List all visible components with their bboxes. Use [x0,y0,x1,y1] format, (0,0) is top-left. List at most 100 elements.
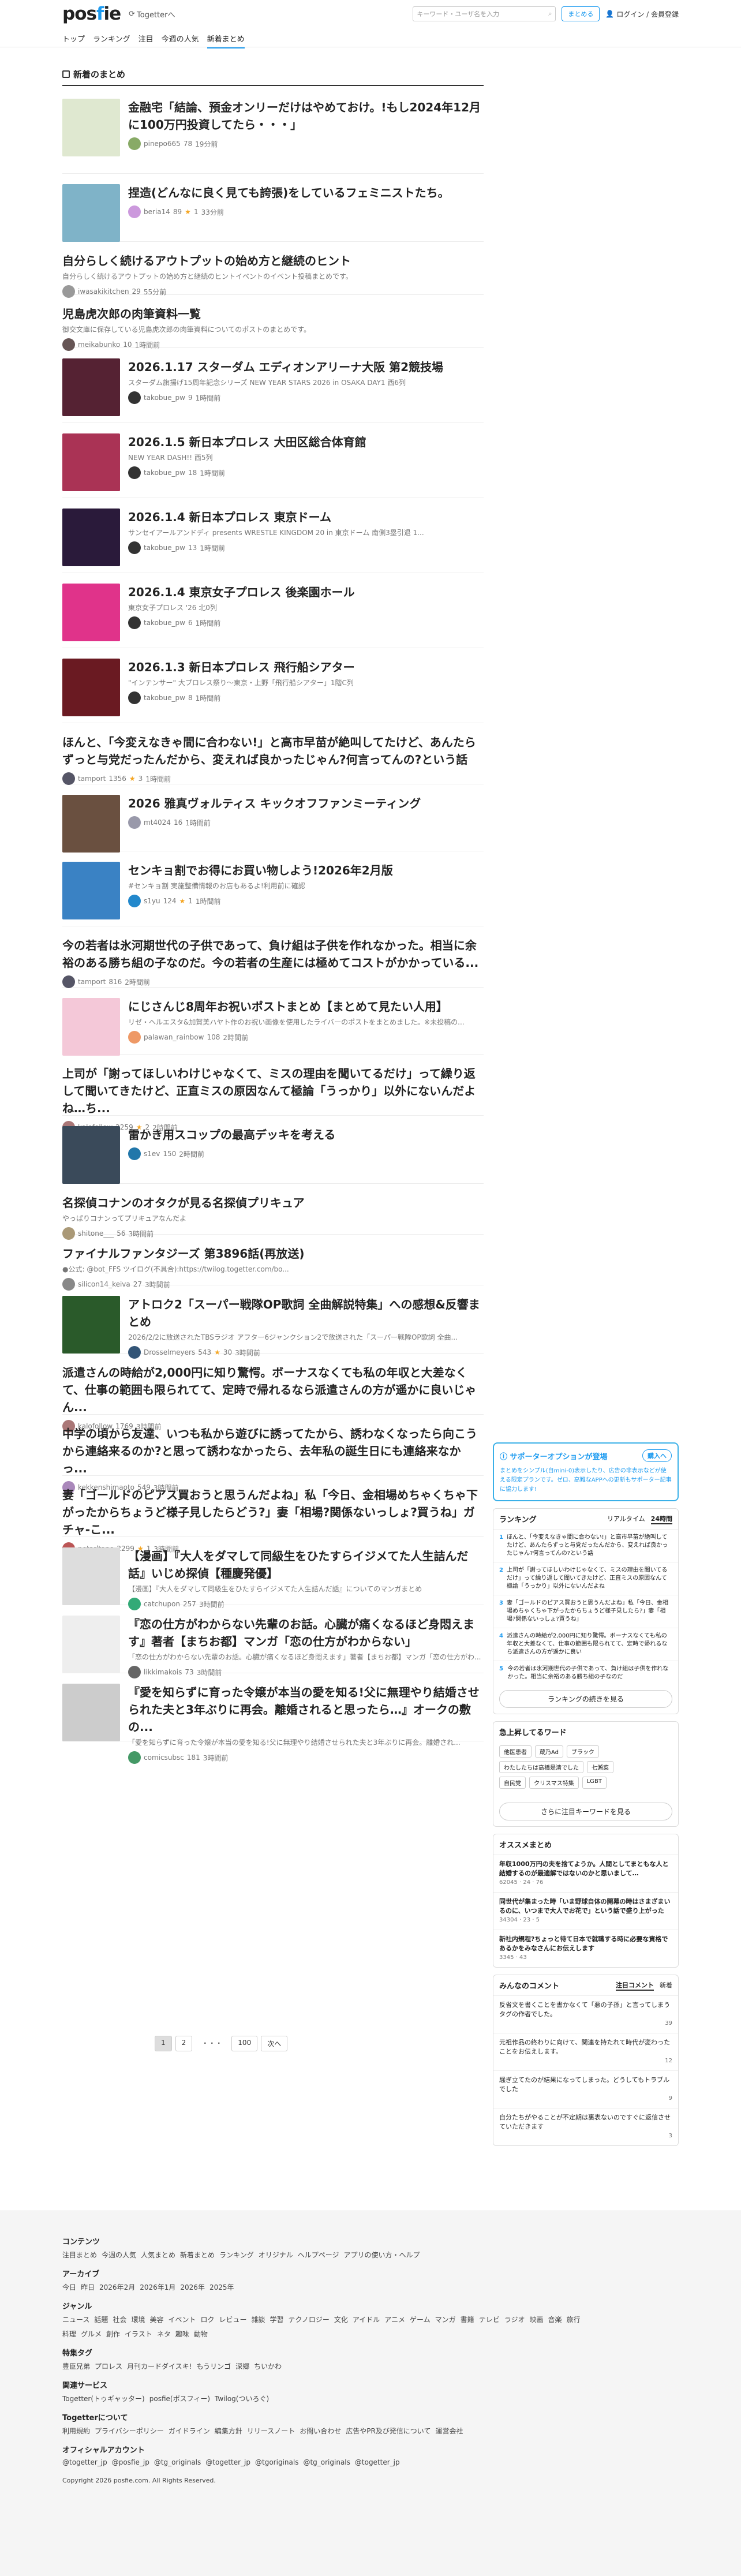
list-item[interactable]: センキョ割でお得にお買い物しよう!2026年2月版 #センキョ割 実施整備情報のお… [62,862,484,926]
avatar[interactable] [62,285,75,298]
site-logo[interactable]: posfie [62,3,121,24]
rank-title[interactable]: ほんと、「今変えなきゃ間に合わない!」と高市早苗が絶叫してたけど、あんたらずっと… [507,1534,672,1558]
keyword-tag[interactable]: 七瀬菜 [587,1761,613,1773]
list-item[interactable]: 【漫画】『大人をダマして同級生をひたすらイジメてた人生詰んだ話』いじめ探偵【種慶… [62,1547,484,1610]
osusume-item[interactable]: 新社内規程?ちょっと待て日本で就職する時に必要な資格であるかをみなさんにお伝えし… [493,1930,678,1967]
item-title[interactable]: 雷かき用スコップの最高デッキを考える [128,1126,484,1143]
footer-link[interactable]: 新着まとめ [180,2250,215,2260]
ranking-item[interactable]: 5 今の若者は氷河期世代の子供であって、負け組は子供を作れなかった。相当に余裕のあ… [493,1661,678,1685]
list-item[interactable]: アトロク2「スーパー戦隊OP歌詞 全曲解説特集」への感想&反響まとめ 2026/2… [62,1296,484,1359]
footer-link[interactable]: マンガ [435,2315,456,2324]
footer-link[interactable]: オリジナル [259,2250,293,2260]
footer-link[interactable]: イベント [168,2315,196,2324]
buy-button[interactable]: 購入へ [642,1449,672,1462]
osusume-title[interactable]: 同世代が集まった時「いま野球自体の開幕の時はさまざまいるのに、いつまで大人でお花… [499,1897,672,1916]
footer-link[interactable]: イラスト [125,2329,152,2339]
list-item[interactable]: 自分らしく続けるアウトプットの始め方と継続のヒント 自分らしく続けるアウトプットの… [62,252,484,298]
avatar[interactable] [128,205,141,218]
keyword-tag[interactable]: 自民党 [499,1777,526,1789]
footer-link[interactable]: 創作 [106,2329,120,2339]
thumbnail-image[interactable] [62,795,120,853]
list-item[interactable]: 2026.1.4 新日本プロレス 東京ドーム サンセイアールアンドディ prese… [62,509,484,573]
avatar[interactable] [128,895,141,907]
footer-link[interactable]: ちいかわ [254,2361,282,2371]
ranking-item[interactable]: 3 妻「ゴールドのピアス買おうと思うんだよね」私「今日、金相場めちゃくちゃ下がった… [493,1595,678,1628]
author-name[interactable]: takobue_pw [144,544,185,552]
rank-title[interactable]: 上司が「謝ってほしいわけじゃなくて、ミスの理由を聞いてるだけ」って繰り返して聞い… [507,1566,672,1591]
keyword-tag[interactable]: ブラック [567,1745,600,1758]
thumbnail-image[interactable] [62,1126,120,1184]
footer-link[interactable]: 今日 [62,2282,76,2292]
author-name[interactable]: meikabunko [78,341,120,349]
footer-link[interactable]: ランキング [219,2250,254,2260]
footer-link[interactable]: posfie(ポスフィー) [149,2394,210,2403]
list-item[interactable]: 金融宅「結論、預金オンリーだけはやめておけ。!もし2024年12月に100万円投… [62,99,484,174]
footer-link[interactable]: 2026年2月 [99,2282,135,2292]
avatar[interactable] [128,1147,141,1160]
footer-link[interactable]: Twilog(ついろぐ) [215,2394,269,2403]
ranking-item[interactable]: 2 上司が「謝ってほしいわけじゃなくて、ミスの理由を聞いてるだけ」って繰り返して聞… [493,1562,678,1595]
keyword-tag[interactable]: わたしたちは高橋是清でした [499,1761,583,1773]
footer-link[interactable]: 広告やPR及び発信について [346,2426,431,2436]
item-title[interactable]: 2026.1.17 スターダム エディオンアリーナ大阪 第2競技場 [128,358,484,376]
list-item[interactable]: ファイナルファンタジーズ 第3896話(再放送) ●公式: @bot_FFS ツイ… [62,1245,484,1291]
footer-link[interactable]: リリースノート [247,2426,295,2436]
nav-ranking[interactable]: ランキング [93,33,130,44]
comment-item[interactable]: 反省文を書くことを書かなくて「悪の子孫」と言ってしまうタグの作者でした。 39 [493,1995,678,2033]
ranking-more-button[interactable]: ランキングの続きを見る [499,1690,672,1708]
tab-chumoku-comment[interactable]: 注目コメント [616,1980,654,1991]
thumbnail-image[interactable] [62,998,120,1056]
author-name[interactable]: likkimakois [144,1668,182,1676]
footer-link[interactable]: プライバシーポリシー [95,2426,164,2436]
togetter-link[interactable]: ⟳ Togetterへ [129,9,175,20]
avatar[interactable] [62,975,75,988]
list-item[interactable]: 2026.1.3 新日本プロレス 飛行船シアター "インテンサー" 大プロレス祭り… [62,659,484,723]
author-name[interactable]: shitone___ [78,1229,114,1237]
item-title[interactable]: 金融宅「結論、預金オンリーだけはやめておけ。!もし2024年12月に100万円投… [128,99,484,133]
list-item[interactable]: 2026.1.5 新日本プロレス 大田区総合体育館 NEW YEAR DASH!!… [62,433,484,498]
keyword-tag[interactable]: 他医患者 [499,1745,532,1758]
footer-link[interactable]: ロク [200,2315,214,2324]
item-title[interactable]: 自分らしく続けるアウトプットの始め方と継続のヒント [62,252,484,270]
thumbnail-image[interactable] [62,1684,120,1741]
login-link[interactable]: 👤 ログイン / 会員登録 [605,9,679,19]
item-title[interactable]: 2026.1.4 新日本プロレス 東京ドーム [128,509,484,526]
nav-top[interactable]: トップ [62,33,85,44]
avatar[interactable] [128,1751,141,1764]
footer-link[interactable]: 編集方針 [215,2426,242,2436]
item-title[interactable]: ほんと、「今変えなきゃ間に合わない!」と高市早苗が絶叫してたけど、あんたらずっと… [62,734,484,768]
list-item[interactable]: 『恋の仕方がわからない先輩のお話。心臓が痛くなるほど身悶えます』著者【まちお都】… [62,1616,484,1678]
author-name[interactable]: beria14 [144,208,170,216]
list-item[interactable]: 児島虎次郎の肉筆資料一覧 御交文庫に保存している児島虎次郎の肉筆資料についてのポス… [62,305,484,351]
comment-item[interactable]: 元祖作品の終わりに向けて、関連を持たれて時代が変わったことをお伝えします。 12 [493,2033,678,2070]
footer-link[interactable]: 運営会社 [435,2426,463,2436]
author-name[interactable]: pinepo665 [144,140,181,148]
author-name[interactable]: takobue_pw [144,469,185,477]
footer-link[interactable]: 音楽 [548,2315,562,2324]
thumbnail-image[interactable] [62,358,120,416]
footer-link[interactable]: テレビ [479,2315,500,2324]
avatar[interactable] [62,1278,75,1291]
ranking-item[interactable]: 4 派遣さんの時給が2,000円に知り驚愕。ボーナスなくても私の年収と大差なくて、… [493,1628,678,1661]
list-item[interactable]: 『愛を知らずに育った令嬢が本当の愛を知る!父に無理やり結婚させられた夫と3年ぶり… [62,1684,484,1764]
footer-link[interactable]: アニメ [384,2315,405,2324]
footer-link[interactable]: プロレス [95,2361,122,2371]
avatar[interactable] [128,1666,141,1678]
item-title[interactable]: 2026.1.3 新日本プロレス 飛行船シアター [128,659,484,676]
avatar[interactable] [62,772,75,785]
footer-link[interactable]: 深郷 [235,2361,249,2371]
nav-new[interactable]: 新着まとめ [207,33,245,48]
item-title[interactable]: 2026.1.4 東京女子プロレス 後楽園ホール [128,584,484,601]
keyword-tag[interactable]: クリスマス特集 [529,1777,579,1789]
footer-link[interactable]: アイドル [353,2315,380,2324]
item-title[interactable]: 名探偵コナンのオタクが見る名探偵プリキュア [62,1194,484,1212]
author-name[interactable]: takobue_pw [144,694,185,702]
item-title[interactable]: にじさんじ8周年お祝いポストまとめ【まとめて見たい人用】 [128,998,484,1015]
footer-link[interactable]: 2026年1月 [140,2282,175,2292]
footer-link[interactable]: ガイドライン [169,2426,210,2436]
rank-title[interactable]: 今の若者は氷河期世代の子供であって、負け組は子供を作れなかった。相当に余裕のある… [507,1665,672,1681]
footer-link[interactable]: テクノロジー [289,2315,330,2324]
footer-link[interactable]: アプリの使い方・ヘルプ [343,2250,420,2260]
tab-new-comment[interactable]: 新着 [660,1980,672,1991]
footer-link[interactable]: 料理 [62,2329,76,2339]
